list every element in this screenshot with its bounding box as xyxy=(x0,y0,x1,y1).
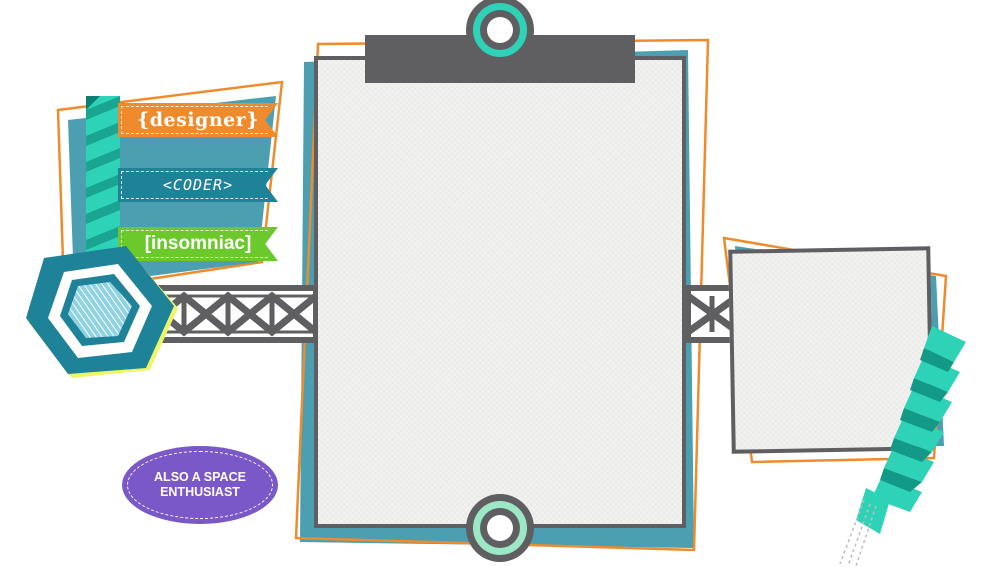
designer-label: {designer} xyxy=(137,109,259,131)
insomniac-ribbon: [insomniac] xyxy=(118,227,278,261)
coder-label: <CODER> xyxy=(162,176,234,194)
badge-label: ALSO A SPACE ENTHUSIAST xyxy=(154,470,246,499)
coder-ribbon: <CODER> xyxy=(118,168,278,202)
designer-ribbon: {designer} xyxy=(118,103,278,137)
space-enthusiast-badge: ALSO A SPACE ENTHUSIAST xyxy=(122,446,278,524)
insomniac-label: [insomniac] xyxy=(144,233,252,254)
